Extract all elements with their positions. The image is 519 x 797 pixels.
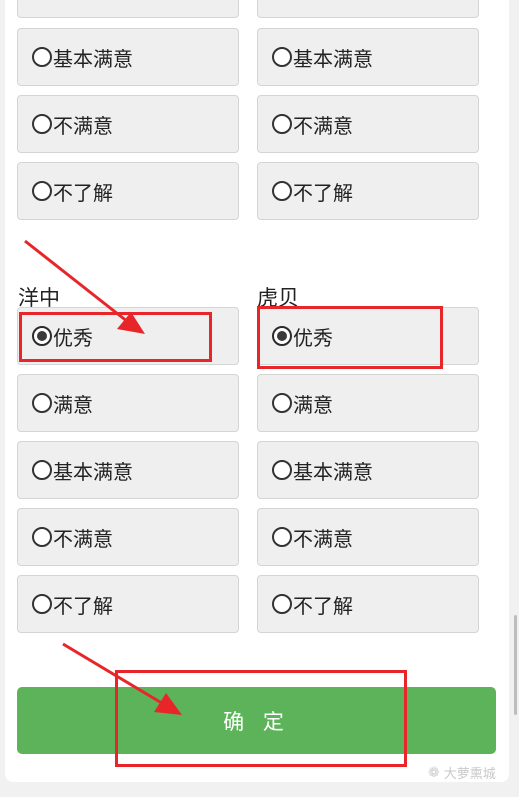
arrow-icon xyxy=(62,642,182,715)
arrow-icon xyxy=(24,239,145,334)
scrollbar[interactable] xyxy=(514,615,517,715)
annotation-arrows xyxy=(24,239,182,715)
watermark: ❁ 大萝熏城 xyxy=(428,763,496,783)
wechat-icon: ❁ xyxy=(428,764,440,781)
watermark-text: 大萝熏城 xyxy=(443,767,496,782)
